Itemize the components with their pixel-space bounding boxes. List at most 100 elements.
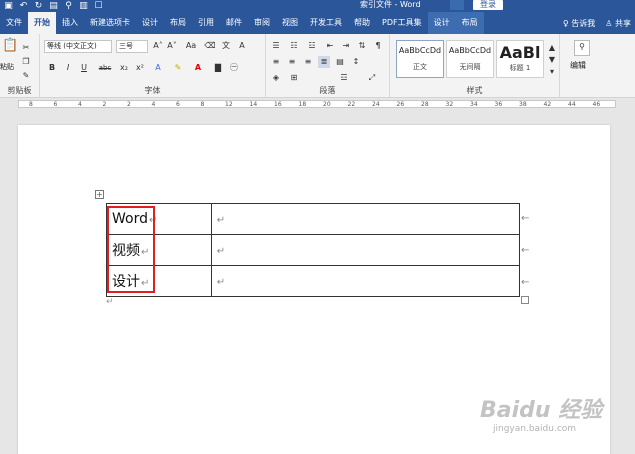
tab-11[interactable]: 帮助 bbox=[348, 12, 376, 34]
styles-group: AaBbCcDd 正文 AaBbCcDd 无间隔 AaBl 标题 1 ▲ ▼ ▾… bbox=[390, 34, 560, 98]
decrease-indent-icon[interactable]: ⇤ bbox=[324, 40, 336, 52]
underline-button[interactable]: U bbox=[78, 62, 90, 74]
ribbon-display-options-button[interactable] bbox=[450, 0, 464, 10]
align-left-icon[interactable]: ≡ bbox=[270, 56, 282, 68]
font-size-combo[interactable]: 三号 bbox=[116, 40, 148, 53]
styles-group-label: 样式 bbox=[466, 86, 483, 95]
cell-end-mark: ↵ bbox=[216, 246, 226, 257]
bold-button[interactable]: B bbox=[46, 62, 58, 74]
multilevel-list-icon[interactable]: ☳ bbox=[306, 40, 318, 52]
paste-icon[interactable]: 📋 bbox=[2, 39, 18, 58]
shrink-font-button[interactable]: A˅ bbox=[166, 40, 178, 52]
tab-12[interactable]: PDF工具集 bbox=[376, 12, 428, 34]
strikethrough-button[interactable]: abc bbox=[96, 62, 114, 74]
redo-icon[interactable]: ↻ bbox=[34, 1, 43, 11]
superscript-button[interactable]: x² bbox=[134, 62, 146, 74]
borders-icon[interactable]: ⊞ bbox=[288, 72, 300, 84]
clipboard-group: 📋 粘贴 ✂ ❐ ✎ 剪贴板 bbox=[0, 34, 40, 98]
chinese-layout-icon[interactable]: ☲ bbox=[338, 72, 350, 84]
style-heading-1[interactable]: AaBl 标题 1 bbox=[496, 40, 544, 78]
tab-7[interactable]: 邮件 bbox=[220, 12, 248, 34]
title-bar: ▣ ↶ ↻ ▤ ⚲ ▥ ☐ 索引文件 - Word 登录 bbox=[0, 0, 635, 12]
document-table[interactable]: Word↵ ↵ 视频↵ ↵ 设计↵ ↵ bbox=[106, 203, 521, 297]
styles-more-icon[interactable]: ▾ bbox=[546, 66, 558, 78]
bullets-icon[interactable]: ☰ bbox=[270, 40, 282, 52]
tell-me[interactable]: ♀ 告诉我 bbox=[563, 18, 595, 29]
align-right-icon[interactable]: ≡ bbox=[302, 56, 314, 68]
sort-icon[interactable]: ⇅ bbox=[356, 40, 368, 52]
ruler-tick-label: 12 bbox=[225, 101, 233, 108]
format-painter-icon[interactable]: ✎ bbox=[20, 70, 32, 82]
table-cell[interactable]: ↵ bbox=[210, 234, 521, 266]
touch-mode-icon[interactable]: ☐ bbox=[94, 1, 103, 11]
style-normal-name: 正文 bbox=[413, 63, 427, 71]
change-case-button[interactable]: Aa bbox=[182, 40, 200, 52]
horizontal-ruler[interactable]: 8 6 4 2 2 4 6 8 12 14 16 18 20 22 24 26 28 32 34 36 38 42 44 46 bbox=[0, 98, 635, 110]
login-button[interactable]: 登录 bbox=[473, 0, 503, 10]
table-move-handle-icon[interactable]: + bbox=[95, 190, 104, 199]
clear-formatting-icon[interactable]: ⌫ bbox=[204, 40, 216, 52]
tab-0[interactable]: 文件 bbox=[0, 12, 28, 34]
undo-icon[interactable]: ↶ bbox=[19, 1, 28, 11]
table-cell[interactable]: ↵ bbox=[210, 265, 521, 297]
show-marks-icon[interactable]: ¶ bbox=[372, 40, 384, 52]
tab-9[interactable]: 视图 bbox=[276, 12, 304, 34]
font-color-icon[interactable]: A bbox=[192, 62, 204, 74]
format-icon[interactable]: ▥ bbox=[79, 1, 88, 11]
ruler-tick-label: 20 bbox=[323, 101, 331, 108]
copy-icon[interactable]: ❐ bbox=[20, 56, 32, 68]
print-preview-icon[interactable]: ▤ bbox=[49, 1, 58, 11]
justify-icon[interactable]: ≣ bbox=[318, 56, 330, 68]
table-cell[interactable]: ↵ bbox=[210, 203, 521, 235]
char-border-icon[interactable]: A bbox=[236, 40, 248, 52]
tab-2[interactable]: 插入 bbox=[56, 12, 84, 34]
tab-5[interactable]: 布局 bbox=[164, 12, 192, 34]
shading-icon[interactable]: ◈ bbox=[270, 72, 282, 84]
subscript-button[interactable]: x₂ bbox=[118, 62, 130, 74]
ruler-tick-label: 18 bbox=[298, 101, 307, 108]
ruler-tick-label: 34 bbox=[470, 101, 478, 108]
increase-indent-icon[interactable]: ⇥ bbox=[340, 40, 352, 52]
tab-1[interactable]: 开始 bbox=[28, 12, 56, 34]
tab-8[interactable]: 审阅 bbox=[248, 12, 276, 34]
ribbon-tabs: 文件 开始 插入 新建选项卡 设计 布局 引用 邮件 审阅 视图 开发工具 帮助 PDF工具集 设计 布局 … bbox=[0, 12, 635, 34]
phonetic-guide-icon[interactable]: 文 bbox=[220, 40, 232, 52]
editing-button[interactable]: 编辑 bbox=[570, 60, 586, 71]
italic-button[interactable]: I bbox=[62, 62, 74, 74]
line-spacing-icon[interactable]: ↕ bbox=[350, 56, 362, 68]
cut-icon[interactable]: ✂ bbox=[20, 42, 32, 54]
enclose-char-icon[interactable]: ㊀ bbox=[228, 62, 240, 74]
grow-font-button[interactable]: A˄ bbox=[152, 40, 164, 52]
tab-10[interactable]: 开发工具 bbox=[304, 12, 348, 34]
tab-3[interactable]: 新建选项卡 bbox=[84, 12, 136, 34]
tab-14[interactable]: 布局 bbox=[455, 12, 484, 34]
tab-13[interactable]: 设计 bbox=[427, 12, 456, 34]
tab-4[interactable]: 设计 bbox=[136, 12, 164, 34]
find-icon[interactable]: ⚲ bbox=[574, 40, 590, 56]
highlight-icon[interactable]: ✎ bbox=[172, 62, 184, 74]
style-normal[interactable]: AaBbCcDd 正文 bbox=[396, 40, 444, 78]
text-effects-icon[interactable]: A bbox=[152, 62, 164, 74]
ruler-tick-label: 8 bbox=[200, 101, 205, 108]
share-button[interactable]: ♙ 共享 bbox=[605, 18, 631, 29]
styles-scroll-down-icon[interactable]: ▼ bbox=[546, 54, 558, 66]
style-no-spacing[interactable]: AaBbCcDd 无间隔 bbox=[446, 40, 494, 78]
ruler-tick-label: 6 bbox=[53, 101, 58, 108]
asian-layout-icon[interactable]: ⤢ bbox=[366, 72, 378, 84]
tab-6[interactable]: 引用 bbox=[192, 12, 220, 34]
align-center-icon[interactable]: ≡ bbox=[286, 56, 298, 68]
style-normal-sample: AaBbCcDd bbox=[398, 46, 442, 55]
save-icon[interactable]: ▣ bbox=[4, 1, 13, 11]
styles-scroll-up-icon[interactable]: ▲ bbox=[546, 42, 558, 54]
table-resize-handle[interactable] bbox=[521, 296, 529, 304]
distribute-icon[interactable]: ▤ bbox=[334, 56, 346, 68]
numbering-icon[interactable]: ☷ bbox=[288, 40, 300, 52]
search-icon[interactable]: ⚲ bbox=[64, 1, 73, 11]
font-name-combo[interactable]: 等线 (中文正文) bbox=[44, 40, 112, 53]
ruler-tick-label: 42 bbox=[543, 101, 552, 108]
char-shading-icon[interactable]: ▇ bbox=[212, 62, 224, 74]
style-no-spacing-sample: AaBbCcDd bbox=[448, 46, 492, 55]
watermark-url: jingyan.baidu.com bbox=[493, 424, 577, 434]
font-group: 等线 (中文正文) 三号 A˄ A˅ Aa ⌫ 文 A B I U abc x₂… bbox=[40, 34, 266, 98]
style-heading-1-sample: AaBl bbox=[499, 43, 541, 62]
